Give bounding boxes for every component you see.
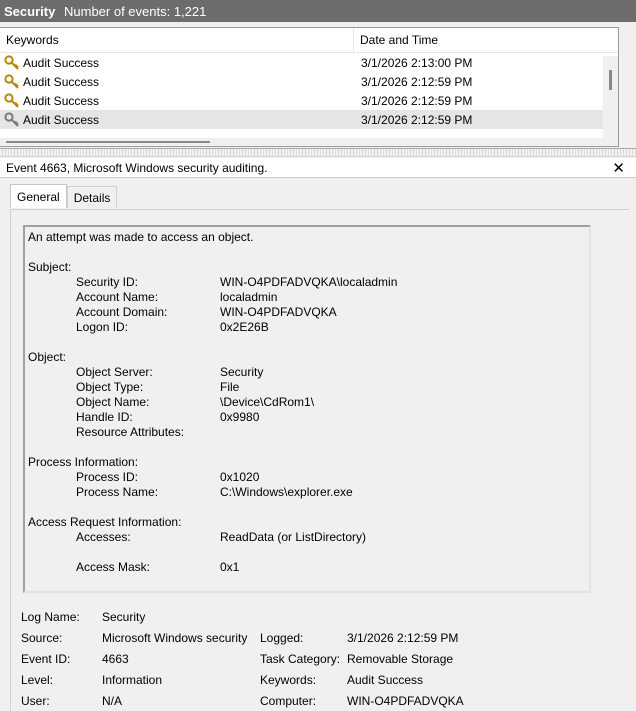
meta-label-level: Level:: [21, 673, 54, 687]
field-value: \Device\CdRom1\: [220, 395, 315, 409]
event-row[interactable]: Audit Success 3/1/2026 2:12:59 PM: [0, 91, 618, 110]
meta-value-computer: WIN-O4PDFADVQKA: [347, 694, 464, 708]
key-icon: [4, 54, 19, 70]
field-label: Object Server:: [76, 365, 153, 379]
key-icon: [4, 73, 19, 89]
horizontal-scrollbar[interactable]: [0, 138, 618, 146]
event-datetime: 3/1/2026 2:12:59 PM: [361, 93, 473, 108]
detail-tabs: General Details: [10, 184, 118, 209]
event-detail-header: Event 4663, Microsoft Windows security a…: [0, 158, 636, 178]
field-label: Account Domain:: [76, 305, 168, 319]
tab-general[interactable]: General: [10, 184, 67, 208]
field-value: Security: [220, 365, 264, 379]
event-row-selected[interactable]: Audit Success 3/1/2026 2:12:59 PM: [0, 110, 618, 129]
event-row[interactable]: Audit Success 3/1/2026 2:12:59 PM: [0, 72, 618, 91]
column-header-date-time[interactable]: Date and Time: [354, 28, 618, 52]
pane-splitter[interactable]: [0, 148, 636, 157]
field-value: 0x9980: [220, 410, 260, 424]
column-header-keywords[interactable]: Keywords: [0, 28, 354, 52]
event-list[interactable]: Keywords Date and Time Audit Success 3/1…: [0, 27, 619, 147]
key-icon: [4, 92, 19, 108]
description-intro: An attempt was made to access an object.: [28, 230, 254, 244]
subject-heading: Subject:: [28, 260, 72, 274]
meta-value-user: N/A: [102, 694, 123, 708]
field-value: localadmin: [220, 290, 278, 304]
event-datetime: 3/1/2026 2:12:59 PM: [361, 74, 473, 89]
event-keyword: Audit Success: [23, 93, 100, 108]
horizontal-scroll-thumb[interactable]: [6, 141, 210, 143]
event-row[interactable]: Audit Success 3/1/2026 2:13:00 PM: [0, 53, 618, 72]
meta-value-log-name: Security: [102, 610, 146, 624]
meta-label-log-name: Log Name:: [21, 610, 80, 624]
meta-value-logged: 3/1/2026 2:12:59 PM: [347, 631, 459, 645]
meta-label-user: User:: [21, 694, 50, 708]
field-label: Object Name:: [76, 395, 150, 409]
event-datetime: 3/1/2026 2:13:00 PM: [361, 55, 473, 70]
field-value: File: [220, 380, 240, 394]
field-value: 0x2E26B: [220, 320, 269, 334]
meta-label-task-category: Task Category:: [260, 652, 341, 666]
field-label: Accesses:: [76, 530, 131, 544]
field-label: Handle ID:: [76, 410, 133, 424]
field-value: 0x1: [220, 560, 240, 574]
meta-label-computer: Computer:: [260, 694, 317, 708]
event-keyword: Audit Success: [23, 112, 100, 127]
field-label: Access Mask:: [76, 560, 151, 574]
process-heading: Process Information:: [28, 455, 139, 469]
meta-value-keywords: Audit Success: [347, 673, 424, 687]
meta-label-logged: Logged:: [260, 631, 304, 645]
field-label: Resource Attributes:: [76, 425, 185, 439]
event-datetime: 3/1/2026 2:12:59 PM: [361, 112, 473, 127]
object-heading: Object:: [28, 350, 67, 364]
meta-label-event-id: Event ID:: [21, 652, 71, 666]
event-keyword: Audit Success: [23, 55, 100, 70]
meta-label-keywords: Keywords:: [260, 673, 317, 687]
close-icon[interactable]: ✕: [612, 159, 625, 177]
meta-value-event-id: 4663: [102, 652, 129, 666]
meta-value-source: Microsoft Windows security: [102, 631, 248, 645]
field-label: Logon ID:: [76, 320, 129, 334]
vertical-scrollbar[interactable]: [603, 56, 618, 146]
key-icon: [4, 111, 19, 127]
field-value: WIN-O4PDFADVQKA: [220, 305, 337, 319]
event-detail-title: Event 4663, Microsoft Windows security a…: [6, 160, 268, 175]
field-value: C:\Windows\explorer.exe: [220, 485, 353, 499]
field-value: 0x1020: [220, 470, 260, 484]
field-label: Account Name:: [76, 290, 159, 304]
log-title: Security: [4, 3, 56, 19]
meta-value-task-category: Removable Storage: [347, 652, 454, 666]
tab-details[interactable]: Details: [66, 186, 118, 208]
meta-value-level: Information: [102, 673, 163, 687]
field-label: Object Type:: [76, 380, 144, 394]
field-value: WIN-O4PDFADVQKA\localadmin: [220, 275, 398, 289]
field-value: ReadData (or ListDirectory): [220, 530, 367, 544]
log-header-bar: Security Number of events: 1,221: [0, 0, 636, 22]
field-label: Security ID:: [76, 275, 139, 289]
event-description-box[interactable]: An attempt was made to access an object.…: [23, 225, 591, 593]
event-keyword: Audit Success: [23, 74, 100, 89]
field-label: Process Name:: [76, 485, 159, 499]
field-label: Process ID:: [76, 470, 139, 484]
event-count: Number of events: 1,221: [64, 3, 207, 19]
meta-label-source: Source:: [21, 631, 63, 645]
event-list-header: Keywords Date and Time: [0, 28, 618, 53]
vertical-scroll-thumb[interactable]: [609, 70, 612, 90]
access-heading: Access Request Information:: [28, 515, 182, 529]
